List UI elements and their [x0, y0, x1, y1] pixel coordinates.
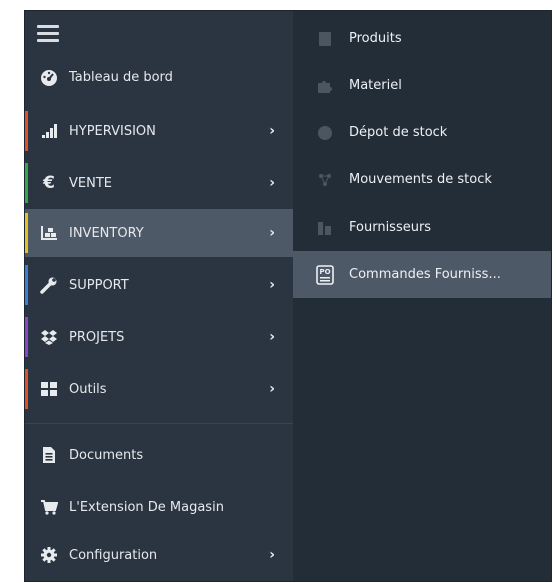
sidebar-item-projets[interactable]: PROJETS › [25, 313, 293, 361]
accent-bar [25, 317, 28, 357]
submenu-item-label: Materiel [349, 78, 402, 93]
chevron-right-icon: › [269, 123, 275, 139]
submenu-item-materiel[interactable]: Materiel [293, 62, 551, 109]
hamburger-menu-icon[interactable] [37, 25, 59, 43]
submenu-item-produits[interactable]: Produits [293, 15, 551, 62]
submenu-item-label: Produits [349, 31, 402, 46]
sidebar-item-label: L'Extension De Magasin [69, 499, 224, 515]
submenu-item-label: Fournisseurs [349, 220, 432, 235]
inventory-icon [39, 223, 59, 243]
cart-icon [39, 497, 59, 517]
submenu-item-mouvements-stock[interactable]: Mouvements de stock [293, 156, 551, 203]
submenu-item-fournisseurs[interactable]: Fournisseurs [293, 204, 551, 251]
accent-bar [25, 265, 28, 305]
gear-icon [39, 545, 59, 565]
accent-bar [25, 111, 28, 151]
app-frame: Tableau de bord HYPERVISION › € VENTE › … [24, 10, 552, 582]
chevron-right-icon: › [269, 329, 275, 345]
sidebar-item-label: SUPPORT [69, 277, 129, 293]
inventory-submenu: Produits Materiel Dépot de stock Mouveme… [293, 11, 551, 581]
wrench-icon [39, 275, 59, 295]
supplier-icon [315, 218, 335, 238]
submenu-item-depot-stock[interactable]: Dépot de stock [293, 109, 551, 156]
sidebar-item-hypervision[interactable]: HYPERVISION › [25, 107, 293, 155]
submenu-item-label: Mouvements de stock [349, 172, 492, 187]
submenu-item-label: Dépot de stock [349, 125, 448, 140]
sidebar-item-label: PROJETS [69, 329, 125, 345]
product-icon [315, 29, 335, 49]
sidebar-item-label: Configuration [69, 547, 158, 563]
sidebar-item-configuration[interactable]: Configuration › [25, 531, 293, 579]
accent-bar [25, 213, 28, 253]
sidebar-item-label: Outils [69, 381, 107, 397]
chevron-right-icon: › [269, 547, 275, 563]
dropbox-icon [39, 327, 59, 347]
signal-bars-icon [39, 121, 59, 141]
chevron-right-icon: › [269, 175, 275, 191]
accent-bar [25, 369, 28, 409]
sidebar-item-inventory[interactable]: INVENTORY › [25, 209, 293, 257]
sidebar-item-extension-magasin[interactable]: L'Extension De Magasin [25, 483, 293, 531]
sidebar-item-label: Documents [69, 447, 144, 463]
sidebar-item-label: Tableau de bord [69, 69, 173, 85]
sidebar-item-label: VENTE [69, 175, 112, 191]
submenu-item-label: Commandes Fourniss... [349, 267, 501, 282]
sidebar: Tableau de bord HYPERVISION › € VENTE › … [25, 11, 293, 581]
chevron-right-icon: › [269, 277, 275, 293]
sidebar-item-label: INVENTORY [69, 225, 144, 241]
divider [25, 423, 293, 424]
submenu-item-commandes-fournisseurs[interactable]: PO Commandes Fourniss... [293, 251, 551, 298]
document-icon [39, 445, 59, 465]
sidebar-item-vente[interactable]: € VENTE › [25, 159, 293, 207]
dashboard-icon [39, 67, 59, 87]
grid-icon [39, 379, 59, 399]
accent-bar [25, 163, 28, 203]
purchase-order-icon: PO [315, 264, 335, 285]
chevron-right-icon: › [269, 381, 275, 397]
sidebar-item-support[interactable]: SUPPORT › [25, 261, 293, 309]
sidebar-item-outils[interactable]: Outils › [25, 365, 293, 413]
sidebar-item-label: HYPERVISION [69, 123, 156, 139]
sidebar-item-documents[interactable]: Documents [25, 431, 293, 479]
movement-icon [315, 170, 335, 190]
po-icon-text: PO [319, 268, 330, 276]
sidebar-item-tableau-de-bord[interactable]: Tableau de bord [25, 53, 293, 101]
chevron-right-icon: › [269, 225, 275, 241]
puzzle-icon [315, 76, 335, 96]
warehouse-icon [315, 123, 335, 143]
euro-icon: € [43, 173, 55, 193]
